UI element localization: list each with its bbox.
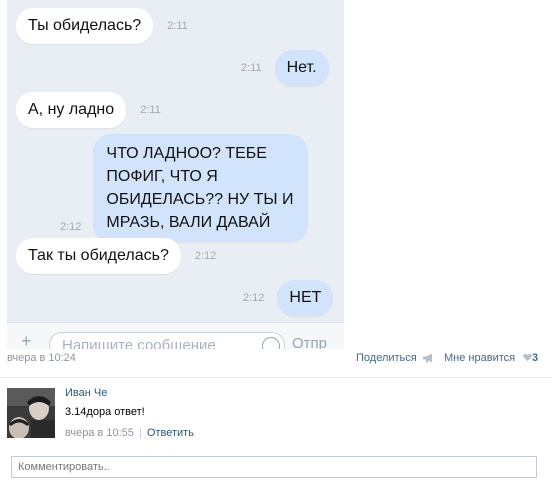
separator: | <box>138 427 142 439</box>
likes-count: 3 <box>532 352 539 364</box>
send-button[interactable]: Отпр <box>292 335 327 349</box>
comment-input[interactable]: Комментировать.. <box>11 456 537 478</box>
smile-icon[interactable] <box>262 337 280 349</box>
post-meta: вчера в 10:24 Поделиться Мне нравится 3 <box>7 352 541 368</box>
message-bubble-outgoing: Нет. <box>274 50 329 86</box>
message-bubble-outgoing: НЕТ <box>277 280 334 316</box>
message-time: 2:11 <box>167 20 188 32</box>
post-date[interactable]: вчера в 10:24 <box>7 352 76 364</box>
message-line: ЧТО ЛАДНОО? ТЕБЕ <box>106 145 267 162</box>
megaphone-icon[interactable] <box>422 353 435 366</box>
divider <box>0 377 552 378</box>
reply-link[interactable]: Ответить <box>147 427 194 439</box>
message-time: 2:11 <box>241 62 262 74</box>
message-time: 2:12 <box>243 292 265 304</box>
message-bubble-incoming: Так ты обиделась? <box>16 238 181 274</box>
comment-date[interactable]: вчера в 10:55 <box>65 427 134 439</box>
message-time: 2:12 <box>60 221 82 233</box>
message-line: МРАЗЬ, ВАЛИ ДАВАЙ <box>106 214 271 231</box>
comment-author[interactable]: Иван Че <box>65 387 107 399</box>
message-time: 2:12 <box>194 250 217 262</box>
message-bubble-incoming: А, ну ладно <box>16 92 127 128</box>
message-line: ПОФИГ, ЧТО Я <box>106 168 218 185</box>
message-input[interactable]: Напишите сообщение <box>49 332 285 349</box>
comment-footer: вчера в 10:55 | Ответить <box>65 427 194 439</box>
avatar[interactable] <box>7 388 55 438</box>
chat-screenshot: Ты обиделась? 2:11 2:11 Нет. А, ну ладно… <box>7 0 344 349</box>
plus-icon[interactable]: + <box>21 331 32 349</box>
message-bubble-outgoing: ЧТО ЛАДНОО? ТЕБЕ ПОФИГ, ЧТО Я ОБИДЕЛАСЬ?… <box>93 134 308 242</box>
message-bubble-incoming: Ты обиделась? <box>16 8 154 44</box>
message-line: ОБИДЕЛАСЬ?? НУ ТЫ И <box>106 191 294 208</box>
message-time: 2:11 <box>140 104 161 116</box>
comment-text: 3.14дора ответ! <box>65 406 145 418</box>
share-button[interactable]: Поделиться <box>356 352 417 364</box>
like-button[interactable]: Мне нравится <box>444 352 515 364</box>
message-composer: + Напишите сообщение Отпр <box>7 322 344 349</box>
heart-icon[interactable] <box>523 353 532 365</box>
